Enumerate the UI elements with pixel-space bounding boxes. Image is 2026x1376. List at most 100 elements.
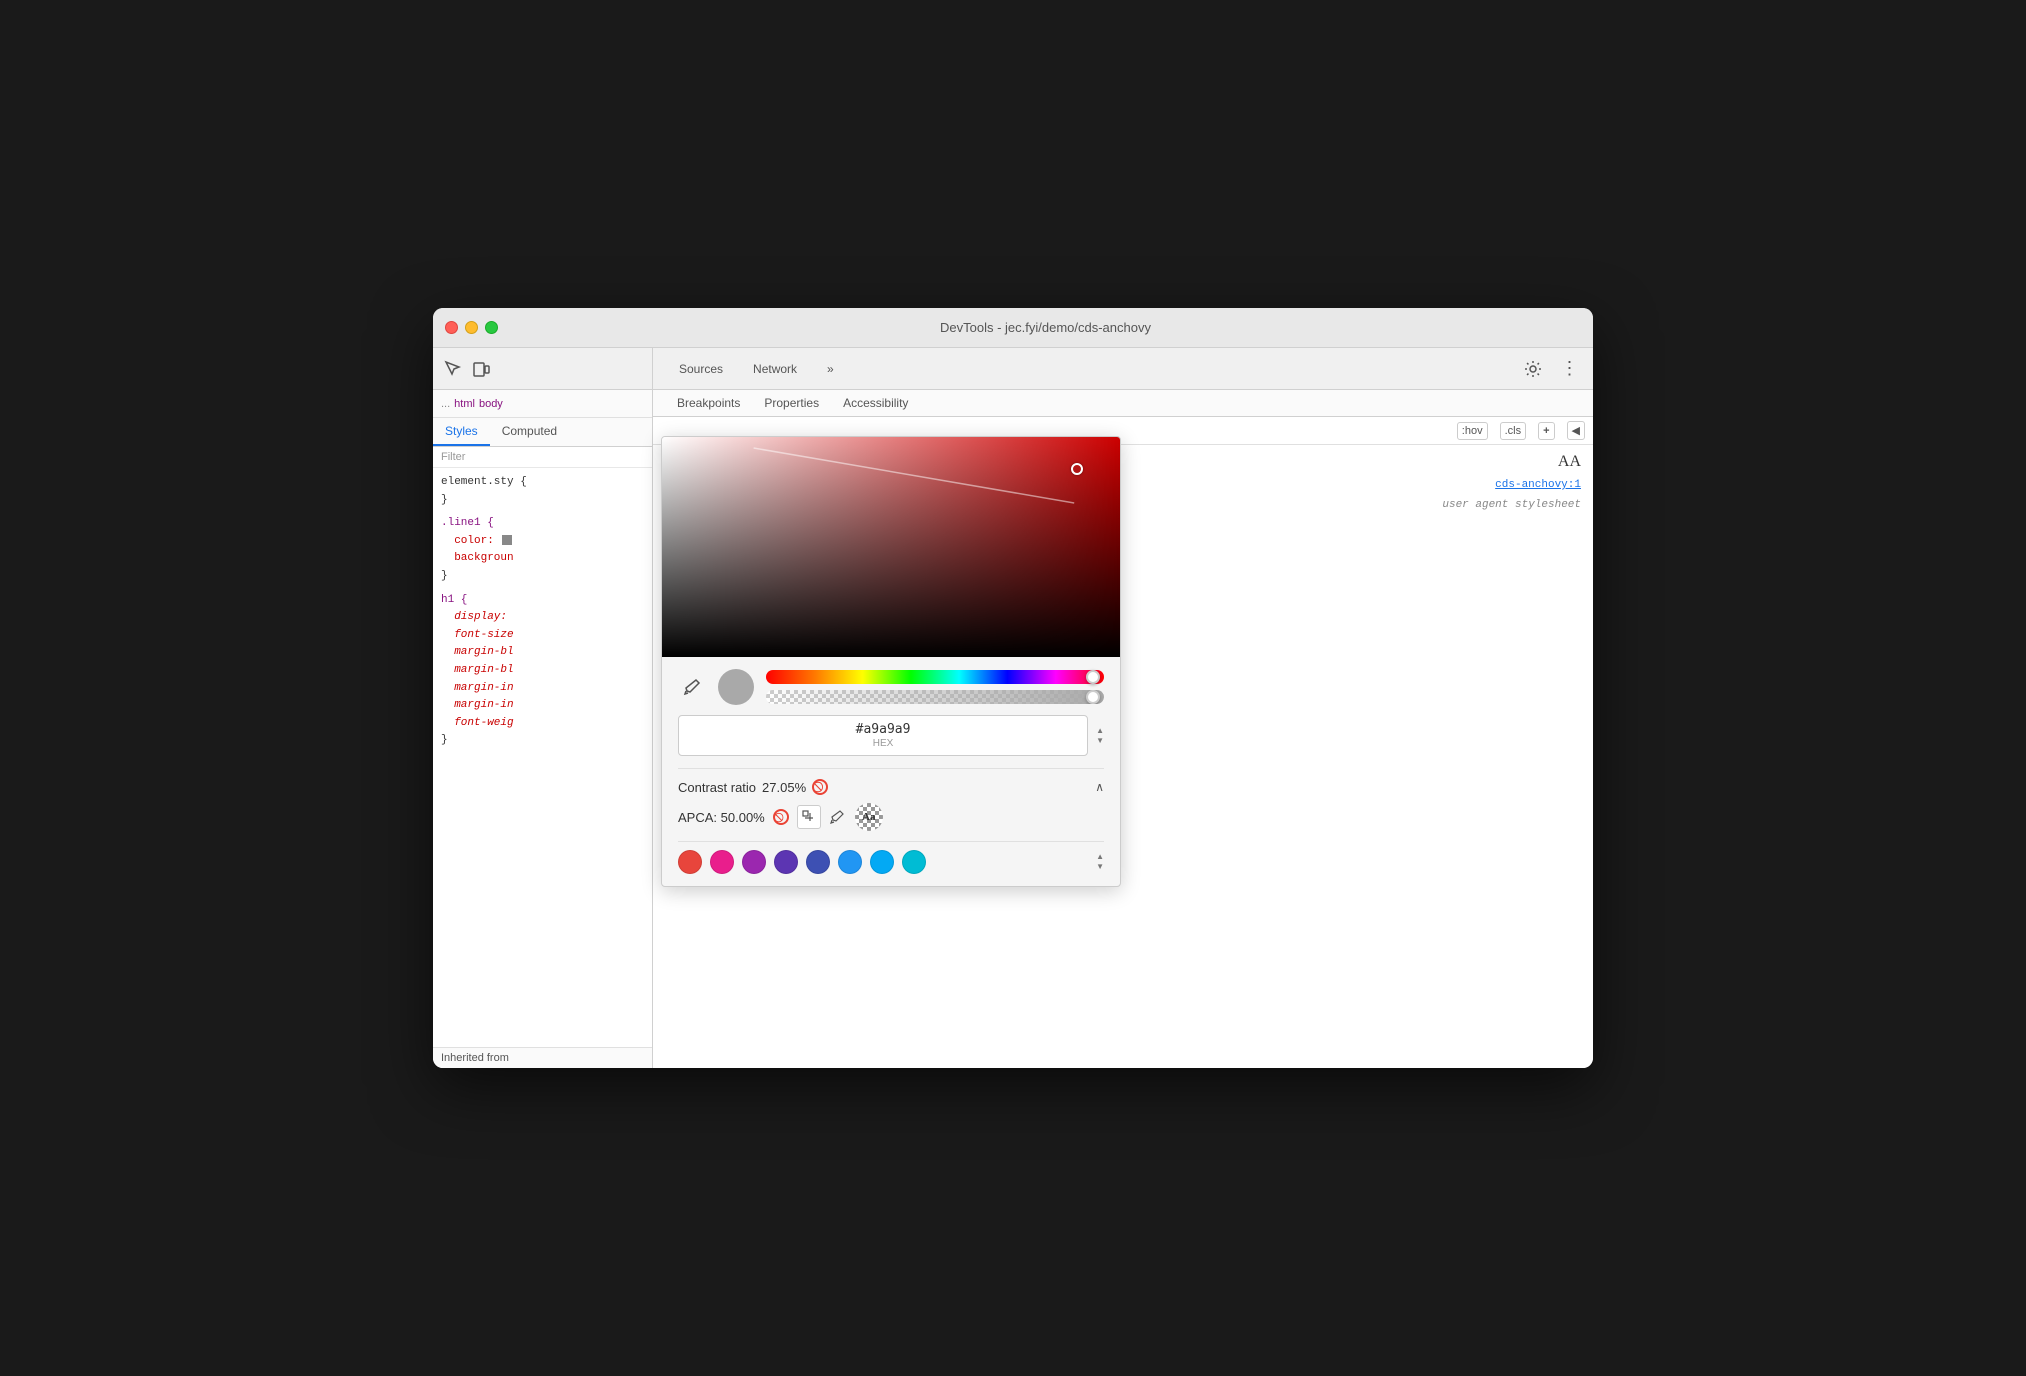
minimize-button[interactable] xyxy=(465,321,478,334)
swatches-row: ▲ ▼ xyxy=(678,841,1104,874)
tab-breakpoints[interactable]: Breakpoints xyxy=(665,390,752,416)
contrast-no-icon: ⃠ xyxy=(812,779,828,795)
settings-icon[interactable] xyxy=(1521,357,1545,381)
swatch-cyan[interactable] xyxy=(902,850,926,874)
tab-accessibility[interactable]: Accessibility xyxy=(831,390,920,416)
aa-preview-button[interactable]: Aa xyxy=(855,803,883,831)
hex-arrow-up[interactable]: ▲ xyxy=(1096,727,1104,735)
css-selector-element: element.sty xyxy=(441,476,514,488)
css-prop-margin-inline-end: margin-in xyxy=(454,699,513,711)
css-prop-margin-block-start: margin-bl xyxy=(454,646,513,658)
swatches-arrow: ▲ ▼ xyxy=(1096,853,1104,871)
alpha-thumb[interactable] xyxy=(1086,690,1100,704)
css-prop-font-size: font-size xyxy=(454,629,513,641)
left-panel: ... html body Styles Computed Filter ele… xyxy=(433,348,653,1068)
css-content: element.sty { } .line1 { color: backgrou… xyxy=(433,468,652,1047)
close-button[interactable] xyxy=(445,321,458,334)
swatch-purple[interactable] xyxy=(742,850,766,874)
css-rule-line1: .line1 { color: backgroun } xyxy=(441,515,644,585)
tab-more[interactable]: » xyxy=(813,356,848,382)
css-rule-h1: h1 { display: font-size margin-bl margin… xyxy=(441,592,644,750)
css-selector-h1: h1 { xyxy=(441,594,467,606)
color-preview-circle xyxy=(718,669,754,705)
alpha-slider[interactable] xyxy=(766,690,1104,704)
contrast-row: Contrast ratio 27.05% ⃠ ∧ xyxy=(678,779,1104,795)
window-title: DevTools - jec.fyi/demo/cds-anchovy xyxy=(510,320,1581,335)
more-menu-icon[interactable]: ⋮ xyxy=(1557,357,1581,381)
eyedropper-icon[interactable] xyxy=(678,673,706,701)
apca-label: APCA: 50.00% xyxy=(678,810,765,825)
sliders-stack xyxy=(766,670,1104,704)
contrast-chevron-up[interactable]: ∧ xyxy=(1095,780,1104,794)
hex-arrow-down[interactable]: ▼ xyxy=(1096,737,1104,745)
panel-tabs: Styles Computed xyxy=(433,418,652,447)
filter-bar: Filter xyxy=(433,447,652,468)
color-picker-body: #a9a9a9 HEX ▲ ▼ Contrast ratio 27.05% xyxy=(662,657,1120,886)
hex-input-container: #a9a9a9 HEX xyxy=(678,715,1088,756)
contrast-value: 27.05% xyxy=(762,780,806,795)
breadcrumb-html[interactable]: html xyxy=(454,398,475,410)
cls-button[interactable]: .cls xyxy=(1500,422,1527,440)
inspector-icon[interactable] xyxy=(441,357,465,381)
breadcrumb-dots: ... xyxy=(441,398,450,410)
apca-value: 50.00% xyxy=(721,810,765,825)
swatch-indigo[interactable] xyxy=(806,850,830,874)
user-agent-text: user agent stylesheet xyxy=(1442,499,1581,511)
tab-network[interactable]: Network xyxy=(739,356,811,382)
right-toolbar: Sources Network » ⋮ xyxy=(653,348,1593,390)
swatch-red[interactable] xyxy=(678,850,702,874)
swatch-pink[interactable] xyxy=(710,850,734,874)
breadcrumb-body[interactable]: body xyxy=(479,398,503,410)
font-size-icon: AA xyxy=(1558,453,1581,471)
hue-thumb[interactable] xyxy=(1086,670,1100,684)
hex-value[interactable]: #a9a9a9 xyxy=(856,722,911,737)
source-link[interactable]: cds-anchovy:1 xyxy=(1495,479,1581,491)
contrast-label-text: Contrast ratio xyxy=(678,780,756,795)
devtools-window: DevTools - jec.fyi/demo/cds-anchovy xyxy=(433,308,1593,1068)
devtools-body: ... html body Styles Computed Filter ele… xyxy=(433,348,1593,1068)
inherited-from: Inherited from xyxy=(433,1047,652,1068)
apca-label-text: APCA: xyxy=(678,810,717,825)
tab-computed[interactable]: Computed xyxy=(490,418,569,446)
hex-label: HEX xyxy=(873,738,894,749)
contrast-section: Contrast ratio 27.05% ⃠ ∧ APCA: 50.00% ⃠ xyxy=(678,768,1104,831)
add-rule-button[interactable]: + xyxy=(1538,422,1554,440)
css-prop-margin-inline-start: margin-in xyxy=(454,682,513,694)
hex-row: #a9a9a9 HEX ▲ ▼ xyxy=(678,715,1104,756)
hex-spinner: ▲ ▼ xyxy=(1096,727,1104,745)
swatch-deep-purple[interactable] xyxy=(774,850,798,874)
hue-slider[interactable] xyxy=(766,670,1104,684)
css-prop-font-weight: font-weig xyxy=(454,717,513,729)
tab-properties[interactable]: Properties xyxy=(752,390,831,416)
apca-layers-icon[interactable] xyxy=(797,805,821,829)
arrow-button[interactable]: ◀ xyxy=(1567,421,1585,440)
color-gradient-area[interactable] xyxy=(662,437,1120,657)
apca-no-icon: ⃠ xyxy=(773,809,789,825)
maximize-button[interactable] xyxy=(485,321,498,334)
device-toolbar-icon[interactable] xyxy=(469,357,493,381)
swatches-arrow-down[interactable]: ▼ xyxy=(1096,863,1104,871)
css-prop-color: color: xyxy=(454,535,494,547)
tab-styles[interactable]: Styles xyxy=(433,418,490,446)
apca-eyedropper-icon[interactable] xyxy=(827,807,847,827)
right-toolbar-icons: ⋮ xyxy=(1521,357,1581,381)
css-prop-display: display: xyxy=(454,611,507,623)
tab-sources[interactable]: Sources xyxy=(665,356,737,382)
swatches-arrow-up[interactable]: ▲ xyxy=(1096,853,1104,861)
swatch-blue[interactable] xyxy=(838,850,862,874)
apca-icons xyxy=(797,805,847,829)
devtools-toolbar xyxy=(433,348,652,390)
color-swatch-inline[interactable] xyxy=(502,535,512,545)
css-prop-background: backgroun xyxy=(454,552,513,564)
title-bar: DevTools - jec.fyi/demo/cds-anchovy xyxy=(433,308,1593,348)
swatch-light-blue[interactable] xyxy=(870,850,894,874)
aa-text: Aa xyxy=(862,811,875,823)
filter-text[interactable]: Filter xyxy=(441,451,644,463)
css-rule-element-style: element.sty { } xyxy=(441,474,644,509)
apca-row: APCA: 50.00% ⃠ xyxy=(678,803,1104,831)
hov-button[interactable]: :hov xyxy=(1457,422,1488,440)
css-prop-margin-block-end: margin-bl xyxy=(454,664,513,676)
color-picker: #a9a9a9 HEX ▲ ▼ Contrast ratio 27.05% xyxy=(661,436,1121,887)
alpha-gradient xyxy=(766,690,1104,704)
dom-breadcrumb: ... html body xyxy=(433,390,652,418)
